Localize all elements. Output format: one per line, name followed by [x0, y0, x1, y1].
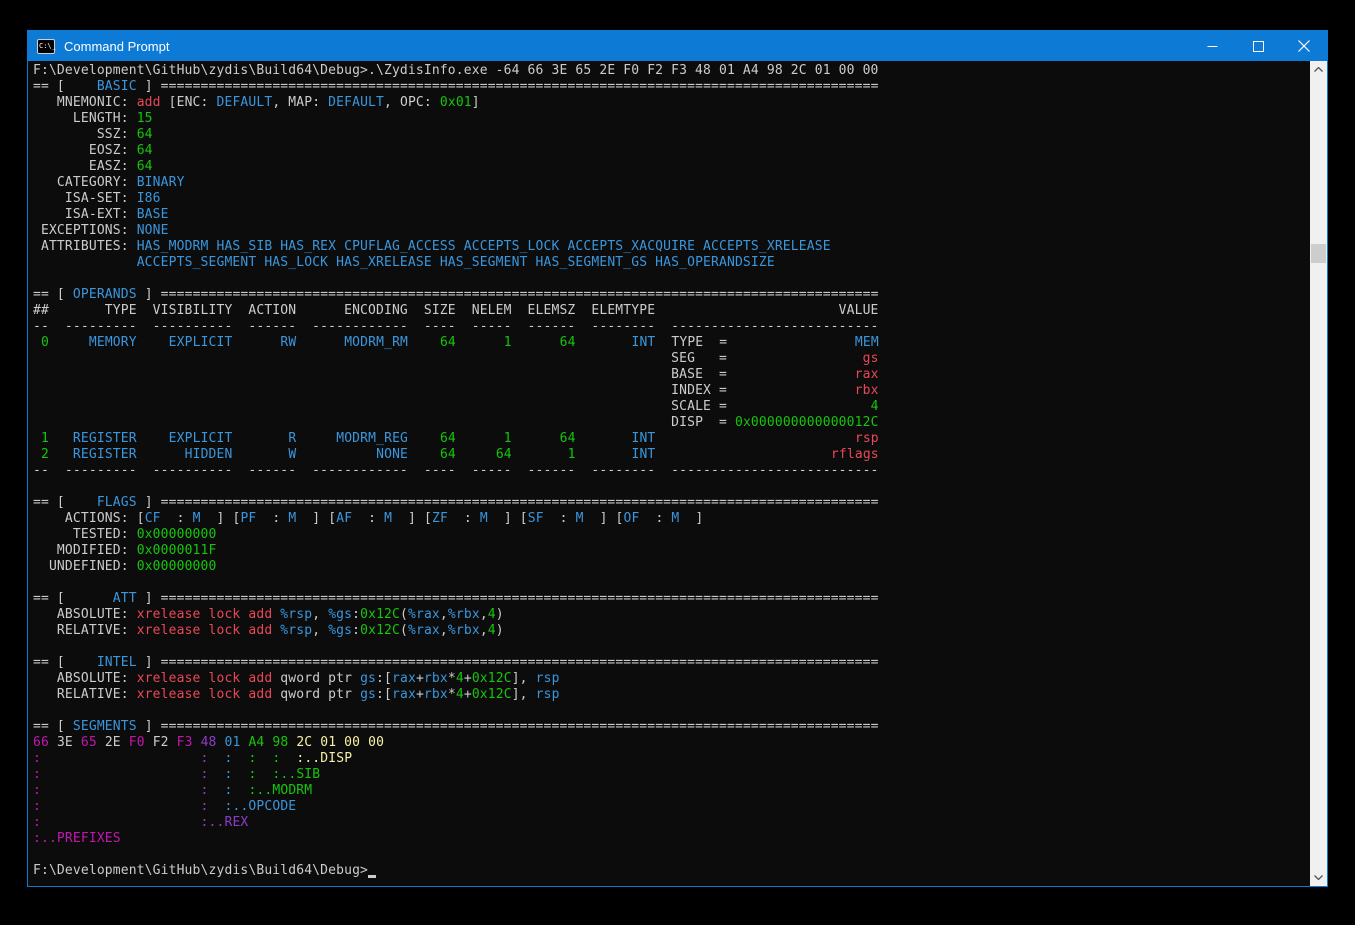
- terminal-line: == [ ATT ] =============================…: [33, 591, 1310, 607]
- terminal-line: == [ OPERANDS ] ========================…: [33, 287, 1310, 303]
- terminal-line: MNEMONIC: add [ENC: DEFAULT, MAP: DEFAUL…: [33, 95, 1310, 111]
- terminal-line: ISA-EXT: BASE: [33, 207, 1310, 223]
- maximize-button[interactable]: [1235, 31, 1281, 61]
- terminal-line: 66 3E 65 2E F0 F2 F3 48 01 A4 98 2C 01 0…: [33, 735, 1310, 751]
- scroll-up-button[interactable]: [1310, 61, 1327, 78]
- terminal-line: [33, 847, 1310, 863]
- terminal-line: : :..REX: [33, 815, 1310, 831]
- terminal-line: RELATIVE: xrelease lock add qword ptr gs…: [33, 687, 1310, 703]
- terminal-line: [33, 271, 1310, 287]
- command-prompt-window: Command Prompt F:\Development\GitHub\zyd: [27, 30, 1328, 887]
- terminal-line: EOSZ: 64: [33, 143, 1310, 159]
- terminal-line: ISA-SET: I86: [33, 191, 1310, 207]
- terminal-line: EXCEPTIONS: NONE: [33, 223, 1310, 239]
- terminal-line: [33, 575, 1310, 591]
- text-cursor: [368, 864, 376, 878]
- terminal-line: :..PREFIXES: [33, 831, 1310, 847]
- terminal-line: ABSOLUTE: xrelease lock add qword ptr gs…: [33, 671, 1310, 687]
- terminal-line: ## TYPE VISIBILITY ACTION ENCODING SIZE …: [33, 303, 1310, 319]
- terminal-line: SEG = gs: [33, 351, 1310, 367]
- console-content: F:\Development\GitHub\zydis\Build64\Debu…: [28, 61, 1327, 886]
- terminal-line: INDEX = rbx: [33, 383, 1310, 399]
- terminal-line: : : :..OPCODE: [33, 799, 1310, 815]
- terminal-line: : : : : : :..DISP: [33, 751, 1310, 767]
- terminal-line: ABSOLUTE: xrelease lock add %rsp, %gs:0x…: [33, 607, 1310, 623]
- close-button[interactable]: [1281, 31, 1327, 61]
- terminal-line: == [ FLAGS ] ===========================…: [33, 495, 1310, 511]
- close-icon: [1298, 40, 1310, 52]
- terminal-line: F:\Development\GitHub\zydis\Build64\Debu…: [33, 863, 1310, 879]
- terminal-line: SSZ: 64: [33, 127, 1310, 143]
- terminal-line: ACTIONS: [CF : M ] [PF : M ] [AF : M ] […: [33, 511, 1310, 527]
- scrollbar-thumb[interactable]: [1311, 244, 1326, 263]
- terminal-line: 0 MEMORY EXPLICIT RW MODRM_RM 64 1 64 IN…: [33, 335, 1310, 351]
- titlebar[interactable]: Command Prompt: [28, 31, 1327, 61]
- terminal-line: -- --------- ---------- ------ ---------…: [33, 319, 1310, 335]
- terminal-line: == [ BASIC ] ===========================…: [33, 79, 1310, 95]
- terminal-line: == [ SEGMENTS ] ========================…: [33, 719, 1310, 735]
- terminal-line: F:\Development\GitHub\zydis\Build64\Debu…: [33, 63, 1310, 79]
- scroll-down-button[interactable]: [1310, 869, 1327, 886]
- terminal-line: == [ INTEL ] ===========================…: [33, 655, 1310, 671]
- minimize-icon: [1207, 41, 1218, 52]
- terminal-line: 1 REGISTER EXPLICIT R MODRM_REG 64 1 64 …: [33, 431, 1310, 447]
- terminal-line: 2 REGISTER HIDDEN W NONE 64 64 1 INT rfl…: [33, 447, 1310, 463]
- terminal-line: BASE = rax: [33, 367, 1310, 383]
- terminal-line: RELATIVE: xrelease lock add %rsp, %gs:0x…: [33, 623, 1310, 639]
- minimize-button[interactable]: [1189, 31, 1235, 61]
- terminal-line: MODIFIED: 0x0000011F: [33, 543, 1310, 559]
- chevron-up-icon: [1314, 67, 1323, 72]
- terminal-line: DISP = 0x000000000000012C: [33, 415, 1310, 431]
- window-title: Command Prompt: [64, 39, 1189, 54]
- terminal-line: -- --------- ---------- ------ ---------…: [33, 463, 1310, 479]
- window-controls: [1189, 31, 1327, 61]
- terminal-line: [33, 639, 1310, 655]
- terminal-line: ATTRIBUTES: HAS_MODRM HAS_SIB HAS_REX CP…: [33, 239, 1310, 255]
- terminal-line: [33, 479, 1310, 495]
- terminal-line: [33, 703, 1310, 719]
- terminal-line: EASZ: 64: [33, 159, 1310, 175]
- terminal-line: LENGTH: 15: [33, 111, 1310, 127]
- cmd-icon: [37, 39, 55, 54]
- terminal-line: : : : : :..SIB: [33, 767, 1310, 783]
- terminal-line: SCALE = 4: [33, 399, 1310, 415]
- terminal-line: UNDEFINED: 0x00000000: [33, 559, 1310, 575]
- maximize-icon: [1253, 41, 1264, 52]
- terminal-line: : : : :..MODRM: [33, 783, 1310, 799]
- terminal-line: ACCEPTS_SEGMENT HAS_LOCK HAS_XRELEASE HA…: [33, 255, 1310, 271]
- terminal-output[interactable]: F:\Development\GitHub\zydis\Build64\Debu…: [28, 61, 1310, 886]
- terminal-line: CATEGORY: BINARY: [33, 175, 1310, 191]
- scrollbar[interactable]: [1310, 61, 1327, 886]
- chevron-down-icon: [1314, 875, 1323, 880]
- terminal-line: TESTED: 0x00000000: [33, 527, 1310, 543]
